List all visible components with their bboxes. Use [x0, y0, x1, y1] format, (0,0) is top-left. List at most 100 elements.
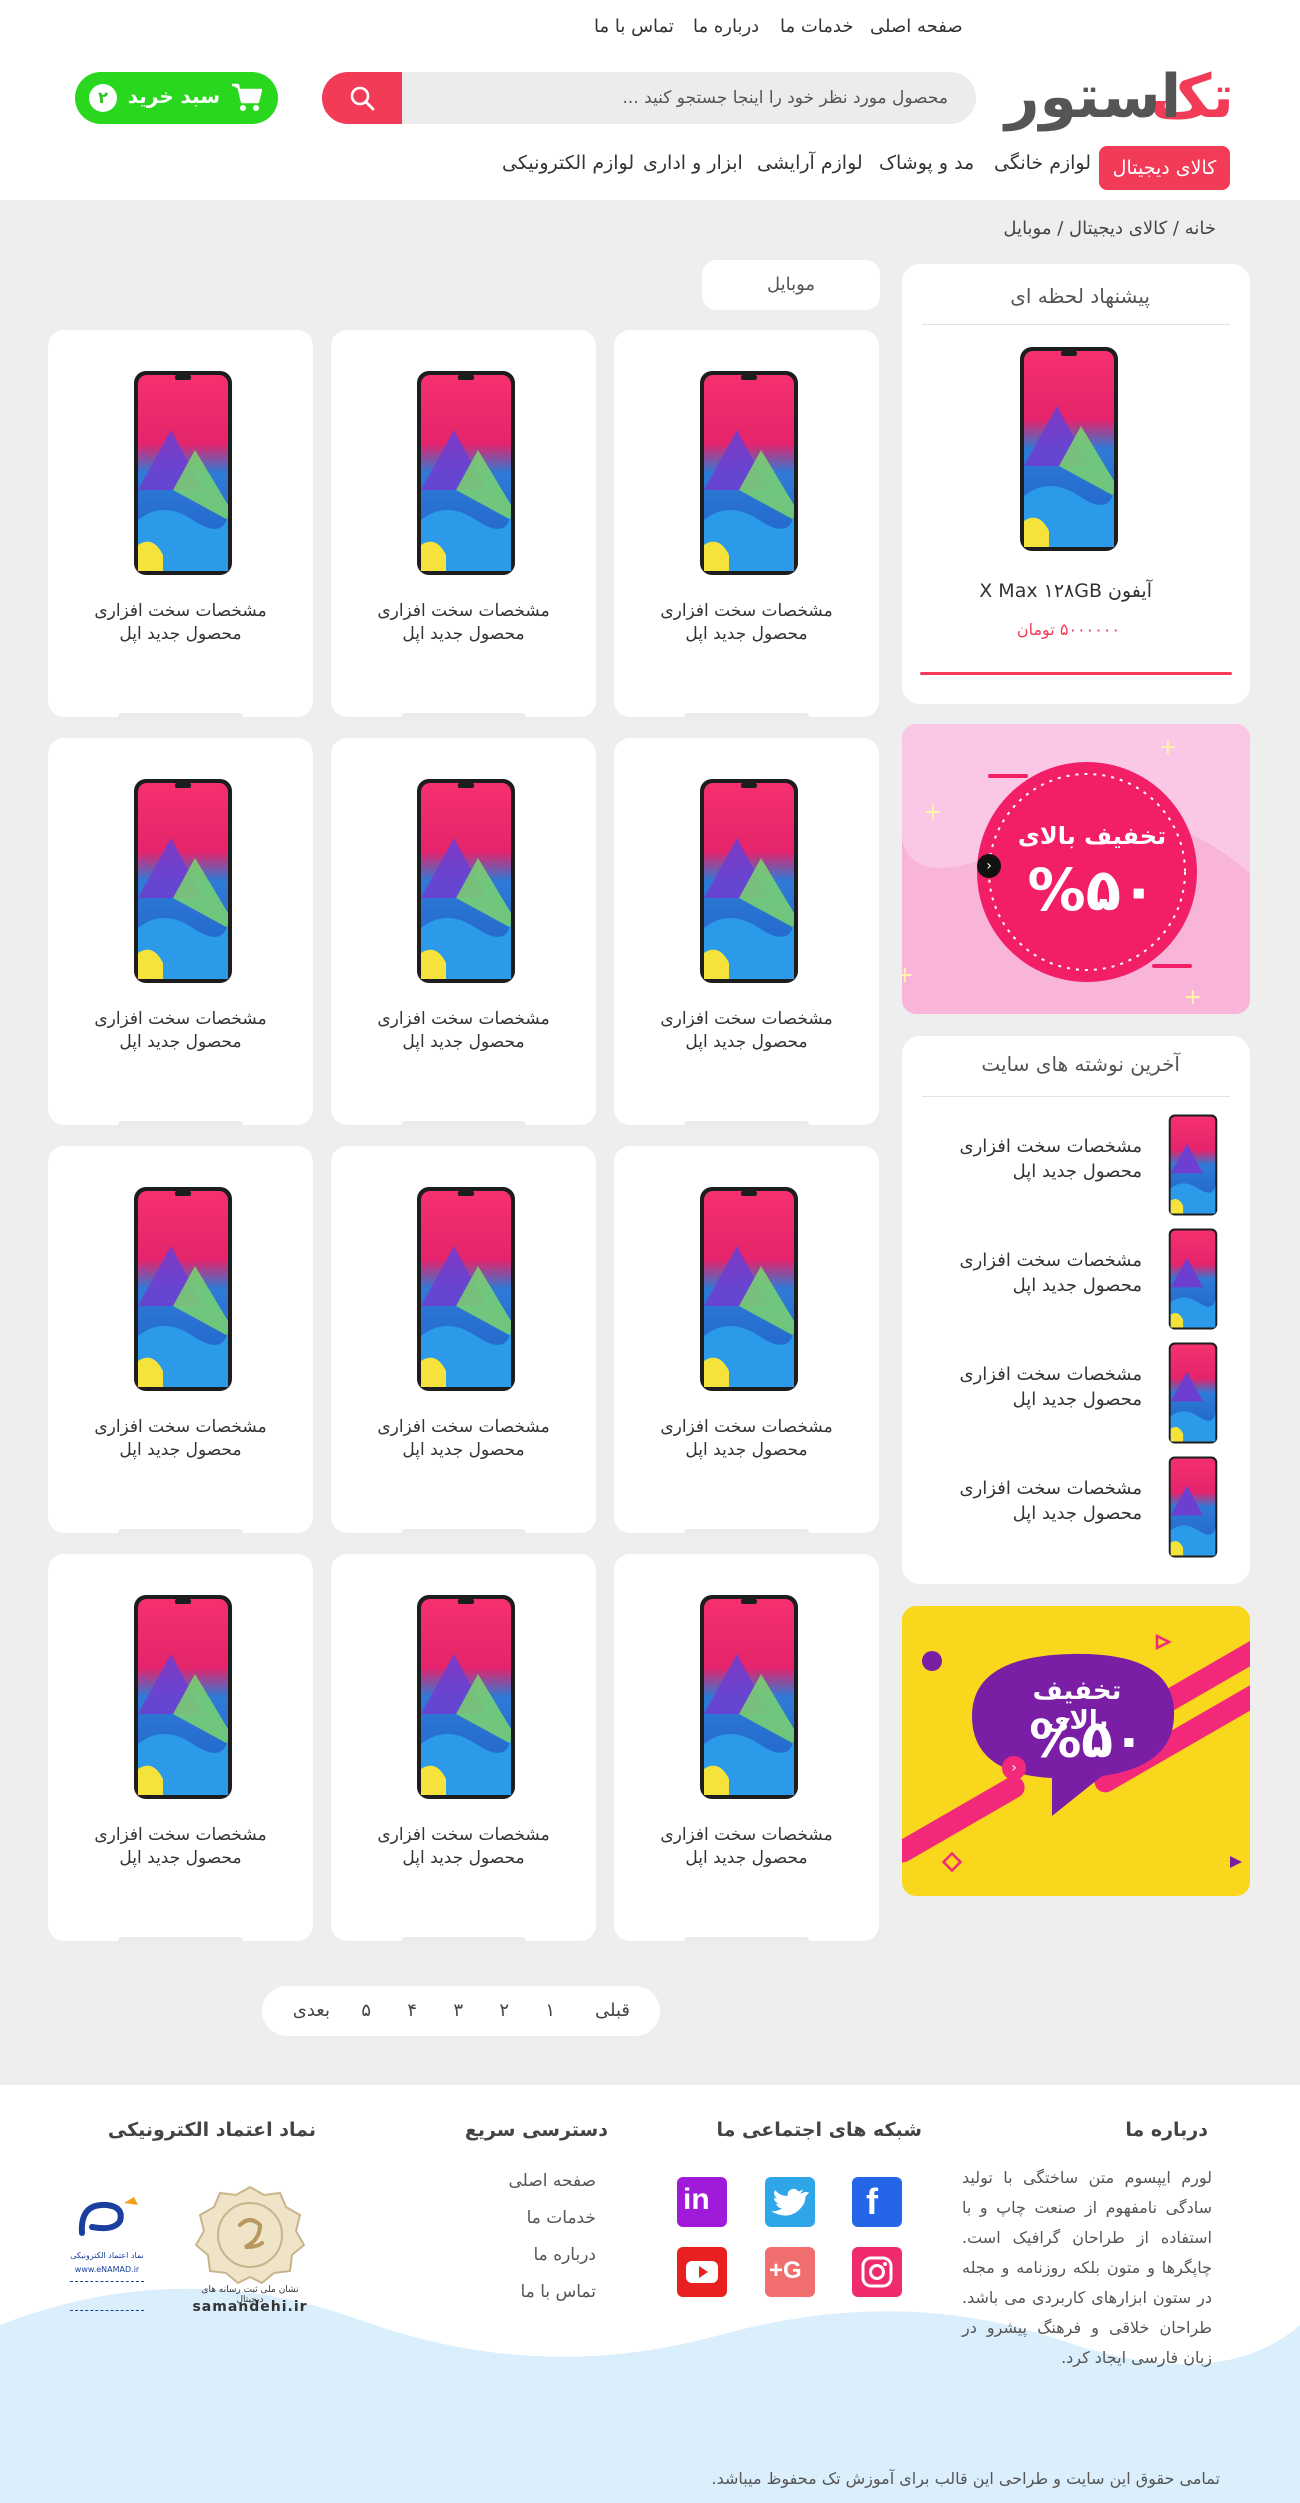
pagination-page-5[interactable]: ۵	[361, 2000, 371, 2021]
menu-item-home-appliances[interactable]: لوازم خانگی	[994, 152, 1091, 174]
banner1-line2: %۵۰	[1027, 856, 1157, 924]
menu-item-cosmetics[interactable]: لوازم آرایشی	[757, 152, 863, 174]
product-image[interactable]	[133, 778, 233, 984]
product-title-line2[interactable]: محصول جدید اپل	[614, 623, 879, 646]
product-title-line2[interactable]: محصول جدید اپل	[331, 1847, 596, 1870]
product-title-line1[interactable]: مشخصات سخت افزاری	[48, 1008, 313, 1031]
footer-link-home[interactable]: صفحه اصلی	[509, 2171, 596, 2191]
footer-link-services[interactable]: خدمات ما	[527, 2208, 596, 2228]
samandehi-badge[interactable]: نشان ملی ثبت رسانه های دیجیتال samandehi…	[190, 2185, 310, 2320]
product-title-line2[interactable]: محصول جدید اپل	[331, 623, 596, 646]
product-image[interactable]	[416, 1594, 516, 1800]
product-card[interactable]: مشخصات سخت افزاری محصول جدید اپل	[331, 1146, 596, 1537]
product-title-line1[interactable]: مشخصات سخت افزاری	[48, 600, 313, 623]
post-item[interactable]: مشخصات سخت افزاری محصول جدید اپل	[902, 1228, 1250, 1332]
post-title-line1: مشخصات سخت افزاری	[959, 1250, 1143, 1271]
product-title-line2[interactable]: محصول جدید اپل	[614, 1439, 879, 1462]
category-tab-mobile[interactable]: موبایل	[702, 260, 880, 310]
product-image[interactable]	[699, 370, 799, 576]
product-card[interactable]: مشخصات سخت افزاری محصول جدید اپل	[48, 738, 313, 1129]
product-title-line1[interactable]: مشخصات سخت افزاری	[614, 1008, 879, 1031]
offer-product-name[interactable]: آیفون X Max ۱۲۸GB	[979, 580, 1152, 602]
product-image[interactable]	[699, 778, 799, 984]
pagination-prev[interactable]: قبلی	[595, 2000, 630, 2021]
menu-item-fashion[interactable]: مد و پوشاک	[879, 152, 974, 174]
product-image[interactable]	[416, 1186, 516, 1392]
google-plus-icon[interactable]: G+	[765, 2247, 815, 2297]
footer-link-contact[interactable]: تماس با ما	[521, 2282, 597, 2302]
site-logo[interactable]: تک استور	[1005, 62, 1240, 142]
product-image[interactable]	[133, 370, 233, 576]
product-card[interactable]: مشخصات سخت افزاری محصول جدید اپل	[331, 1554, 596, 1945]
product-title-line2[interactable]: محصول جدید اپل	[331, 1031, 596, 1054]
product-card[interactable]: مشخصات سخت افزاری محصول جدید اپل	[48, 1554, 313, 1945]
product-title-line2[interactable]: محصول جدید اپل	[48, 1031, 313, 1054]
product-card[interactable]: مشخصات سخت افزاری محصول جدید اپل	[331, 738, 596, 1129]
product-image[interactable]	[133, 1186, 233, 1392]
pagination-page-3[interactable]: ۳	[453, 2000, 463, 2021]
card-tab	[401, 1121, 526, 1129]
instagram-icon[interactable]	[852, 2247, 902, 2297]
product-card[interactable]: مشخصات سخت افزاری محصول جدید اپل	[614, 330, 879, 721]
footer-link-about[interactable]: درباره ما	[534, 2245, 597, 2265]
product-title-line1[interactable]: مشخصات سخت افزاری	[614, 1824, 879, 1847]
pagination-page-2[interactable]: ۲	[499, 2000, 509, 2021]
post-title-line1: مشخصات سخت افزاری	[959, 1136, 1143, 1157]
product-title-line2[interactable]: محصول جدید اپل	[614, 1847, 879, 1870]
product-card[interactable]: مشخصات سخت افزاری محصول جدید اپل	[614, 738, 879, 1129]
enamad-badge[interactable]: نماد اعتماد الکترونیکی www.eNAMAD.ir	[62, 2193, 152, 2318]
banner-arrow-icon[interactable]: ‹	[977, 854, 1001, 878]
product-title-line1[interactable]: مشخصات سخت افزاری	[614, 600, 879, 623]
top-link-contact[interactable]: تماس با ما	[594, 16, 674, 37]
product-title-line1[interactable]: مشخصات سخت افزاری	[614, 1416, 879, 1439]
product-card[interactable]: مشخصات سخت افزاری محصول جدید اپل	[614, 1146, 879, 1537]
product-card[interactable]: مشخصات سخت افزاری محصول جدید اپل	[48, 330, 313, 721]
footer-about-title: درباره ما	[1125, 2119, 1208, 2141]
youtube-icon[interactable]	[677, 2247, 727, 2297]
product-image[interactable]	[133, 1594, 233, 1800]
product-title-line1[interactable]: مشخصات سخت افزاری	[331, 600, 596, 623]
search-input[interactable]	[402, 72, 976, 124]
post-item[interactable]: مشخصات سخت افزاری محصول جدید اپل	[902, 1114, 1250, 1218]
product-title-line2[interactable]: محصول جدید اپل	[331, 1439, 596, 1462]
product-title-line1[interactable]: مشخصات سخت افزاری	[48, 1824, 313, 1847]
menu-item-office-tools[interactable]: ابزار و اداری	[643, 152, 743, 174]
pagination-page-1[interactable]: ۱	[545, 2000, 555, 2021]
product-title-line1[interactable]: مشخصات سخت افزاری	[331, 1416, 596, 1439]
latest-posts-title: آخرین نوشته های سایت	[981, 1052, 1180, 1076]
product-title-line2[interactable]: محصول جدید اپل	[614, 1031, 879, 1054]
linkedin-icon[interactable]: in	[677, 2177, 727, 2227]
product-card[interactable]: مشخصات سخت افزاری محصول جدید اپل	[614, 1554, 879, 1945]
product-image[interactable]	[416, 370, 516, 576]
product-title-line2[interactable]: محصول جدید اپل	[48, 623, 313, 646]
cart-button[interactable]: سبد خرید ۲	[75, 72, 278, 124]
product-image[interactable]	[699, 1186, 799, 1392]
pagination-next[interactable]: بعدی	[293, 2000, 330, 2021]
product-title-line2[interactable]: محصول جدید اپل	[48, 1439, 313, 1462]
top-link-home[interactable]: صفحه اصلی	[870, 16, 963, 37]
product-image[interactable]	[416, 778, 516, 984]
menu-item-digital[interactable]: کالای دیجیتال	[1099, 146, 1230, 190]
product-title-line1[interactable]: مشخصات سخت افزاری	[331, 1008, 596, 1031]
discount-banner-pink[interactable]: + + + + ‹ تخفیف بالای %۵۰	[902, 724, 1250, 1014]
twitter-icon[interactable]	[765, 2177, 815, 2227]
product-title-line1[interactable]: مشخصات سخت افزاری	[331, 1824, 596, 1847]
offer-product-image[interactable]	[1019, 346, 1119, 552]
product-image[interactable]	[699, 1594, 799, 1800]
post-item[interactable]: مشخصات سخت افزاری محصول جدید اپل	[902, 1342, 1250, 1446]
product-card[interactable]: مشخصات سخت افزاری محصول جدید اپل	[331, 330, 596, 721]
menu-item-electronics[interactable]: لوازم الکترونیکی	[502, 152, 634, 174]
post-item[interactable]: مشخصات سخت افزاری محصول جدید اپل	[902, 1456, 1250, 1560]
pagination-page-4[interactable]: ۴	[407, 2000, 417, 2021]
search-button[interactable]	[322, 72, 402, 124]
product-title-line1[interactable]: مشخصات سخت افزاری	[48, 1416, 313, 1439]
facebook-icon[interactable]: f	[852, 2177, 902, 2227]
post-thumbnail	[1168, 1342, 1218, 1444]
card-tab	[118, 1937, 243, 1945]
card-tab	[401, 1937, 526, 1945]
product-title-line2[interactable]: محصول جدید اپل	[48, 1847, 313, 1870]
top-link-services[interactable]: خدمات ما	[780, 16, 854, 37]
discount-banner-yellow[interactable]: ‹ تخفیف بالای %۵۰	[902, 1606, 1250, 1896]
product-card[interactable]: مشخصات سخت افزاری محصول جدید اپل	[48, 1146, 313, 1537]
top-link-about[interactable]: درباره ما	[693, 16, 759, 37]
